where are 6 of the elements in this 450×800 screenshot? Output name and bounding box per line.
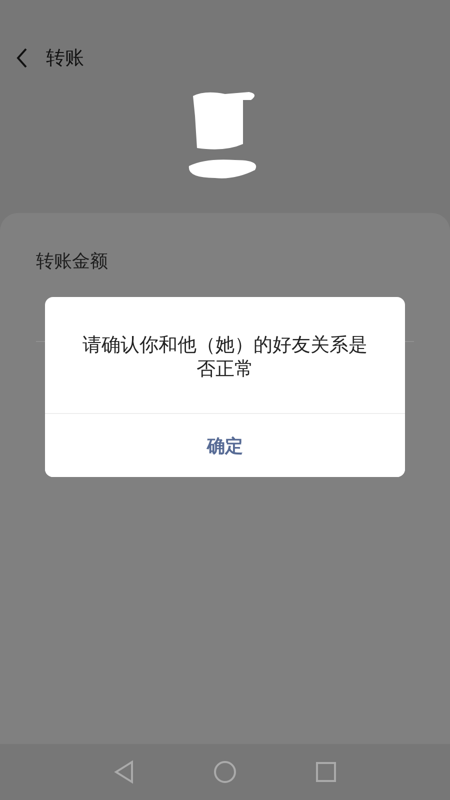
back-icon[interactable] <box>113 760 135 784</box>
page-title: 转账 <box>46 46 84 71</box>
recents-icon[interactable] <box>315 761 337 783</box>
home-icon[interactable] <box>213 760 237 784</box>
back-icon[interactable] <box>16 48 28 68</box>
amount-label: 转账金额 <box>36 250 108 273</box>
